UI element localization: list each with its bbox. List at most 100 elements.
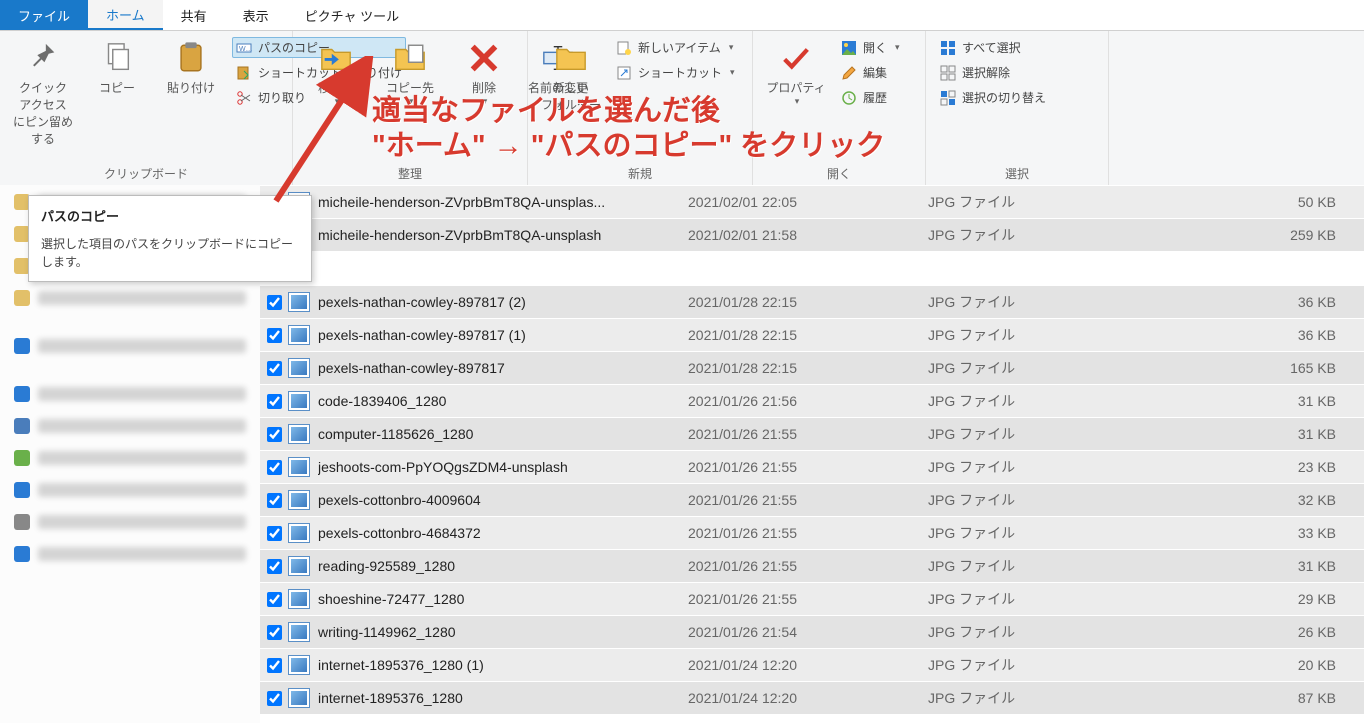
file-size: 33 KB <box>1108 525 1364 541</box>
file-checkbox[interactable] <box>267 625 282 640</box>
file-type: JPG ファイル <box>928 192 1108 212</box>
file-date: 2021/01/26 21:55 <box>688 591 928 607</box>
file-date: 2021/01/26 21:56 <box>688 393 928 409</box>
file-type: JPG ファイル <box>928 292 1108 312</box>
group-label-clipboard: クリップボード <box>6 163 286 186</box>
tab-home[interactable]: ホーム <box>88 0 163 30</box>
annotation-text: 適当なファイルを選んだ後 "ホーム" → "パスのコピー" をクリック <box>372 94 885 164</box>
path-icon: W… <box>236 40 252 56</box>
pin-to-quick-access-button[interactable]: クイック アクセス にピン留めする <box>6 35 80 147</box>
file-row[interactable]: jeshoots-com-PpYOQgsZDM4-unsplash 2021/0… <box>260 450 1364 483</box>
file-checkbox[interactable] <box>267 460 282 475</box>
file-row[interactable]: pexels-nathan-cowley-897817 (2) 2021/01/… <box>260 285 1364 318</box>
file-date: 2021/01/24 12:20 <box>688 657 928 673</box>
file-row[interactable]: pexels-cottonbro-4684372 2021/01/26 21:5… <box>260 516 1364 549</box>
file-name: pexels-cottonbro-4684372 <box>318 525 688 541</box>
file-type: JPG ファイル <box>928 523 1108 543</box>
folder-move-icon <box>319 41 353 75</box>
file-name: pexels-nathan-cowley-897817 (2) <box>318 294 688 310</box>
file-name: code-1839406_1280 <box>318 393 688 409</box>
file-checkbox[interactable] <box>267 295 282 310</box>
tab-bar: ファイル ホーム 共有 表示 ピクチャ ツール <box>0 0 1364 31</box>
file-checkbox[interactable] <box>267 328 282 343</box>
new-item-button[interactable]: 新しいアイテム▾ <box>612 37 739 58</box>
file-checkbox[interactable] <box>267 658 282 673</box>
file-checkbox[interactable] <box>267 394 282 409</box>
file-checkbox[interactable] <box>267 493 282 508</box>
select-all-button[interactable]: すべて選択 <box>936 37 1050 58</box>
file-date: 2021/01/28 22:15 <box>688 360 928 376</box>
svg-text:W…: W… <box>239 46 252 53</box>
file-name: pexels-cottonbro-4009604 <box>318 492 688 508</box>
file-icon <box>288 358 310 378</box>
open-button[interactable]: 開く▾ <box>837 37 904 58</box>
file-row[interactable]: code-1839406_1280 2021/01/26 21:56 JPG フ… <box>260 384 1364 417</box>
file-row[interactable]: pexels-nathan-cowley-897817 2021/01/28 2… <box>260 351 1364 384</box>
file-checkbox[interactable] <box>267 559 282 574</box>
edit-button[interactable]: 編集 <box>837 62 904 83</box>
paste-button[interactable]: 貼り付け <box>154 35 228 96</box>
file-date: 2021/01/26 21:55 <box>688 525 928 541</box>
file-name: writing-1149962_1280 <box>318 624 688 640</box>
file-checkbox[interactable] <box>267 526 282 541</box>
tooltip-body: 選択した項目のパスをクリップボードにコピーします。 <box>41 235 299 271</box>
file-type: JPG ファイル <box>928 589 1108 609</box>
select-none-icon <box>940 65 956 81</box>
file-row[interactable]: internet-1895376_1280 2021/01/24 12:20 J… <box>260 681 1364 714</box>
move-to-button[interactable]: 移動先▾ <box>299 35 373 107</box>
file-date: 2021/02/01 21:58 <box>688 227 928 243</box>
file-icon <box>288 556 310 576</box>
file-row[interactable]: computer-1185626_1280 2021/01/26 21:55 J… <box>260 417 1364 450</box>
file-checkbox[interactable] <box>267 361 282 376</box>
file-checkbox[interactable] <box>267 592 282 607</box>
copy-icon <box>100 41 134 75</box>
group-header[interactable]: 週 (14) <box>260 251 1364 285</box>
file-icon <box>288 655 310 675</box>
file-date: 2021/01/26 21:54 <box>688 624 928 640</box>
file-type: JPG ファイル <box>928 655 1108 675</box>
tab-share[interactable]: 共有 <box>163 0 225 30</box>
shortcut-paste-icon <box>236 65 252 81</box>
file-size: 36 KB <box>1108 294 1364 310</box>
file-date: 2021/01/28 22:15 <box>688 294 928 310</box>
file-type: JPG ファイル <box>928 490 1108 510</box>
file-size: 26 KB <box>1108 624 1364 640</box>
file-icon <box>288 292 310 312</box>
file-row[interactable]: micheile-henderson-ZVprbBmT8QA-unsplas..… <box>260 185 1364 218</box>
new-shortcut-button[interactable]: ショートカット▾ <box>612 62 739 83</box>
file-icon <box>288 391 310 411</box>
file-row[interactable]: micheile-henderson-ZVprbBmT8QA-unsplash … <box>260 218 1364 251</box>
edit-icon <box>841 65 857 81</box>
file-type: JPG ファイル <box>928 622 1108 642</box>
file-row[interactable]: shoeshine-72477_1280 2021/01/26 21:55 JP… <box>260 582 1364 615</box>
file-row[interactable]: reading-925589_1280 2021/01/26 21:55 JPG… <box>260 549 1364 582</box>
file-size: 165 KB <box>1108 360 1364 376</box>
select-none-button[interactable]: 選択解除 <box>936 62 1050 83</box>
new-folder-icon <box>554 41 588 75</box>
new-item-icon <box>616 40 632 56</box>
file-row[interactable]: pexels-cottonbro-4009604 2021/01/26 21:5… <box>260 483 1364 516</box>
file-checkbox[interactable] <box>267 427 282 442</box>
file-name: jeshoots-com-PpYOQgsZDM4-unsplash <box>318 459 688 475</box>
file-name: micheile-henderson-ZVprbBmT8QA-unsplas..… <box>318 194 688 210</box>
invert-selection-button[interactable]: 選択の切り替え <box>936 87 1050 108</box>
file-icon <box>288 523 310 543</box>
check-icon <box>779 41 813 75</box>
file-name: micheile-henderson-ZVprbBmT8QA-unsplash <box>318 227 688 243</box>
tab-file[interactable]: ファイル <box>0 0 88 30</box>
tab-picture-tools[interactable]: ピクチャ ツール <box>287 0 417 30</box>
tab-view[interactable]: 表示 <box>225 0 287 30</box>
file-type: JPG ファイル <box>928 457 1108 477</box>
file-name: shoeshine-72477_1280 <box>318 591 688 607</box>
file-size: 23 KB <box>1108 459 1364 475</box>
invert-icon <box>940 90 956 106</box>
file-list[interactable]: micheile-henderson-ZVprbBmT8QA-unsplas..… <box>260 185 1364 723</box>
tooltip-title: パスのコピー <box>41 206 299 225</box>
file-row[interactable]: pexels-nathan-cowley-897817 (1) 2021/01/… <box>260 318 1364 351</box>
copy-button[interactable]: コピー <box>80 35 154 96</box>
file-date: 2021/01/26 21:55 <box>688 558 928 574</box>
file-row[interactable]: writing-1149962_1280 2021/01/26 21:54 JP… <box>260 615 1364 648</box>
file-row[interactable]: internet-1895376_1280 (1) 2021/01/24 12:… <box>260 648 1364 681</box>
file-size: 29 KB <box>1108 591 1364 607</box>
file-checkbox[interactable] <box>267 691 282 706</box>
